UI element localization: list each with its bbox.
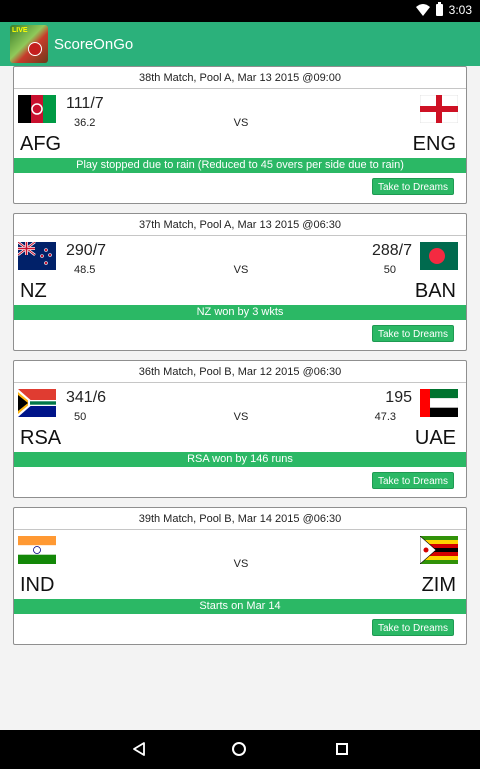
wifi-icon <box>415 4 430 16</box>
bangladesh-flag-icon <box>420 242 458 270</box>
vs-label: VS <box>233 264 249 276</box>
match-header: 37th Match, Pool A, Mar 13 2015 @06:30 <box>14 214 466 236</box>
uae-flag-icon <box>420 389 458 417</box>
team1-abbr: AFG <box>20 133 62 155</box>
home-icon[interactable] <box>232 742 246 756</box>
match-card[interactable]: 37th Match, Pool A, Mar 13 2015 @06:30 2… <box>13 213 467 351</box>
team2-score: 195 <box>385 389 412 406</box>
vs-label: VS <box>233 558 249 570</box>
match-card[interactable]: 36th Match, Pool B, Mar 12 2015 @06:30 3… <box>13 360 467 498</box>
back-icon[interactable] <box>132 742 146 756</box>
status-bar: 3:03 <box>0 0 480 22</box>
team1-score: 111/7 <box>66 95 104 112</box>
match-card[interactable]: 39th Match, Pool B, Mar 14 2015 @06:30 V… <box>13 507 467 645</box>
team1-score: 341/6 <box>66 389 107 406</box>
match-list[interactable]: 38th Match, Pool A, Mar 13 2015 @09:00 1… <box>0 66 480 730</box>
cricket-ball-icon <box>28 42 42 56</box>
team1-score: 290/7 <box>66 242 107 259</box>
take-to-dreams-button[interactable]: Take to Dreams <box>372 619 454 636</box>
match-header: 36th Match, Pool B, Mar 12 2015 @06:30 <box>14 361 466 383</box>
vs-label: VS <box>233 117 249 129</box>
vs-label: VS <box>233 411 249 423</box>
match-result-bar: RSA won by 146 runs <box>14 452 466 467</box>
match-header: 39th Match, Pool B, Mar 14 2015 @06:30 <box>14 508 466 530</box>
battery-icon <box>435 2 443 16</box>
england-flag-icon <box>420 95 458 123</box>
team1-abbr: NZ <box>20 280 47 302</box>
navigation-bar <box>0 730 480 769</box>
zimbabwe-flag-icon <box>420 536 458 564</box>
status-time: 3:03 <box>448 3 472 17</box>
take-to-dreams-button[interactable]: Take to Dreams <box>372 472 454 489</box>
match-card[interactable]: 38th Match, Pool A, Mar 13 2015 @09:00 1… <box>13 66 467 204</box>
team2-abbr: ENG <box>412 133 456 155</box>
match-result-bar: NZ won by 3 wkts <box>14 305 466 320</box>
team2-overs: 50 <box>383 264 396 276</box>
match-header: 38th Match, Pool A, Mar 13 2015 @09:00 <box>14 67 466 89</box>
app-bar: LIVE ScoreOnGo <box>0 22 480 66</box>
match-result-bar: Play stopped due to rain (Reduced to 45 … <box>14 158 466 173</box>
team2-overs: 47.3 <box>374 411 396 423</box>
recent-apps-icon[interactable] <box>336 743 348 755</box>
team1-abbr: RSA <box>20 427 62 449</box>
match-result-bar: Starts on Mar 14 <box>14 599 466 614</box>
team2-score: 288/7 <box>371 242 412 259</box>
app-title: ScoreOnGo <box>54 35 134 53</box>
logo-live-badge: LIVE <box>12 27 28 34</box>
team2-abbr: ZIM <box>421 574 456 596</box>
team1-abbr: IND <box>20 574 55 596</box>
take-to-dreams-button[interactable]: Take to Dreams <box>372 325 454 342</box>
team2-abbr: UAE <box>414 427 456 449</box>
app-logo: LIVE <box>10 25 48 63</box>
take-to-dreams-button[interactable]: Take to Dreams <box>372 178 454 195</box>
team2-abbr: BAN <box>414 280 456 302</box>
